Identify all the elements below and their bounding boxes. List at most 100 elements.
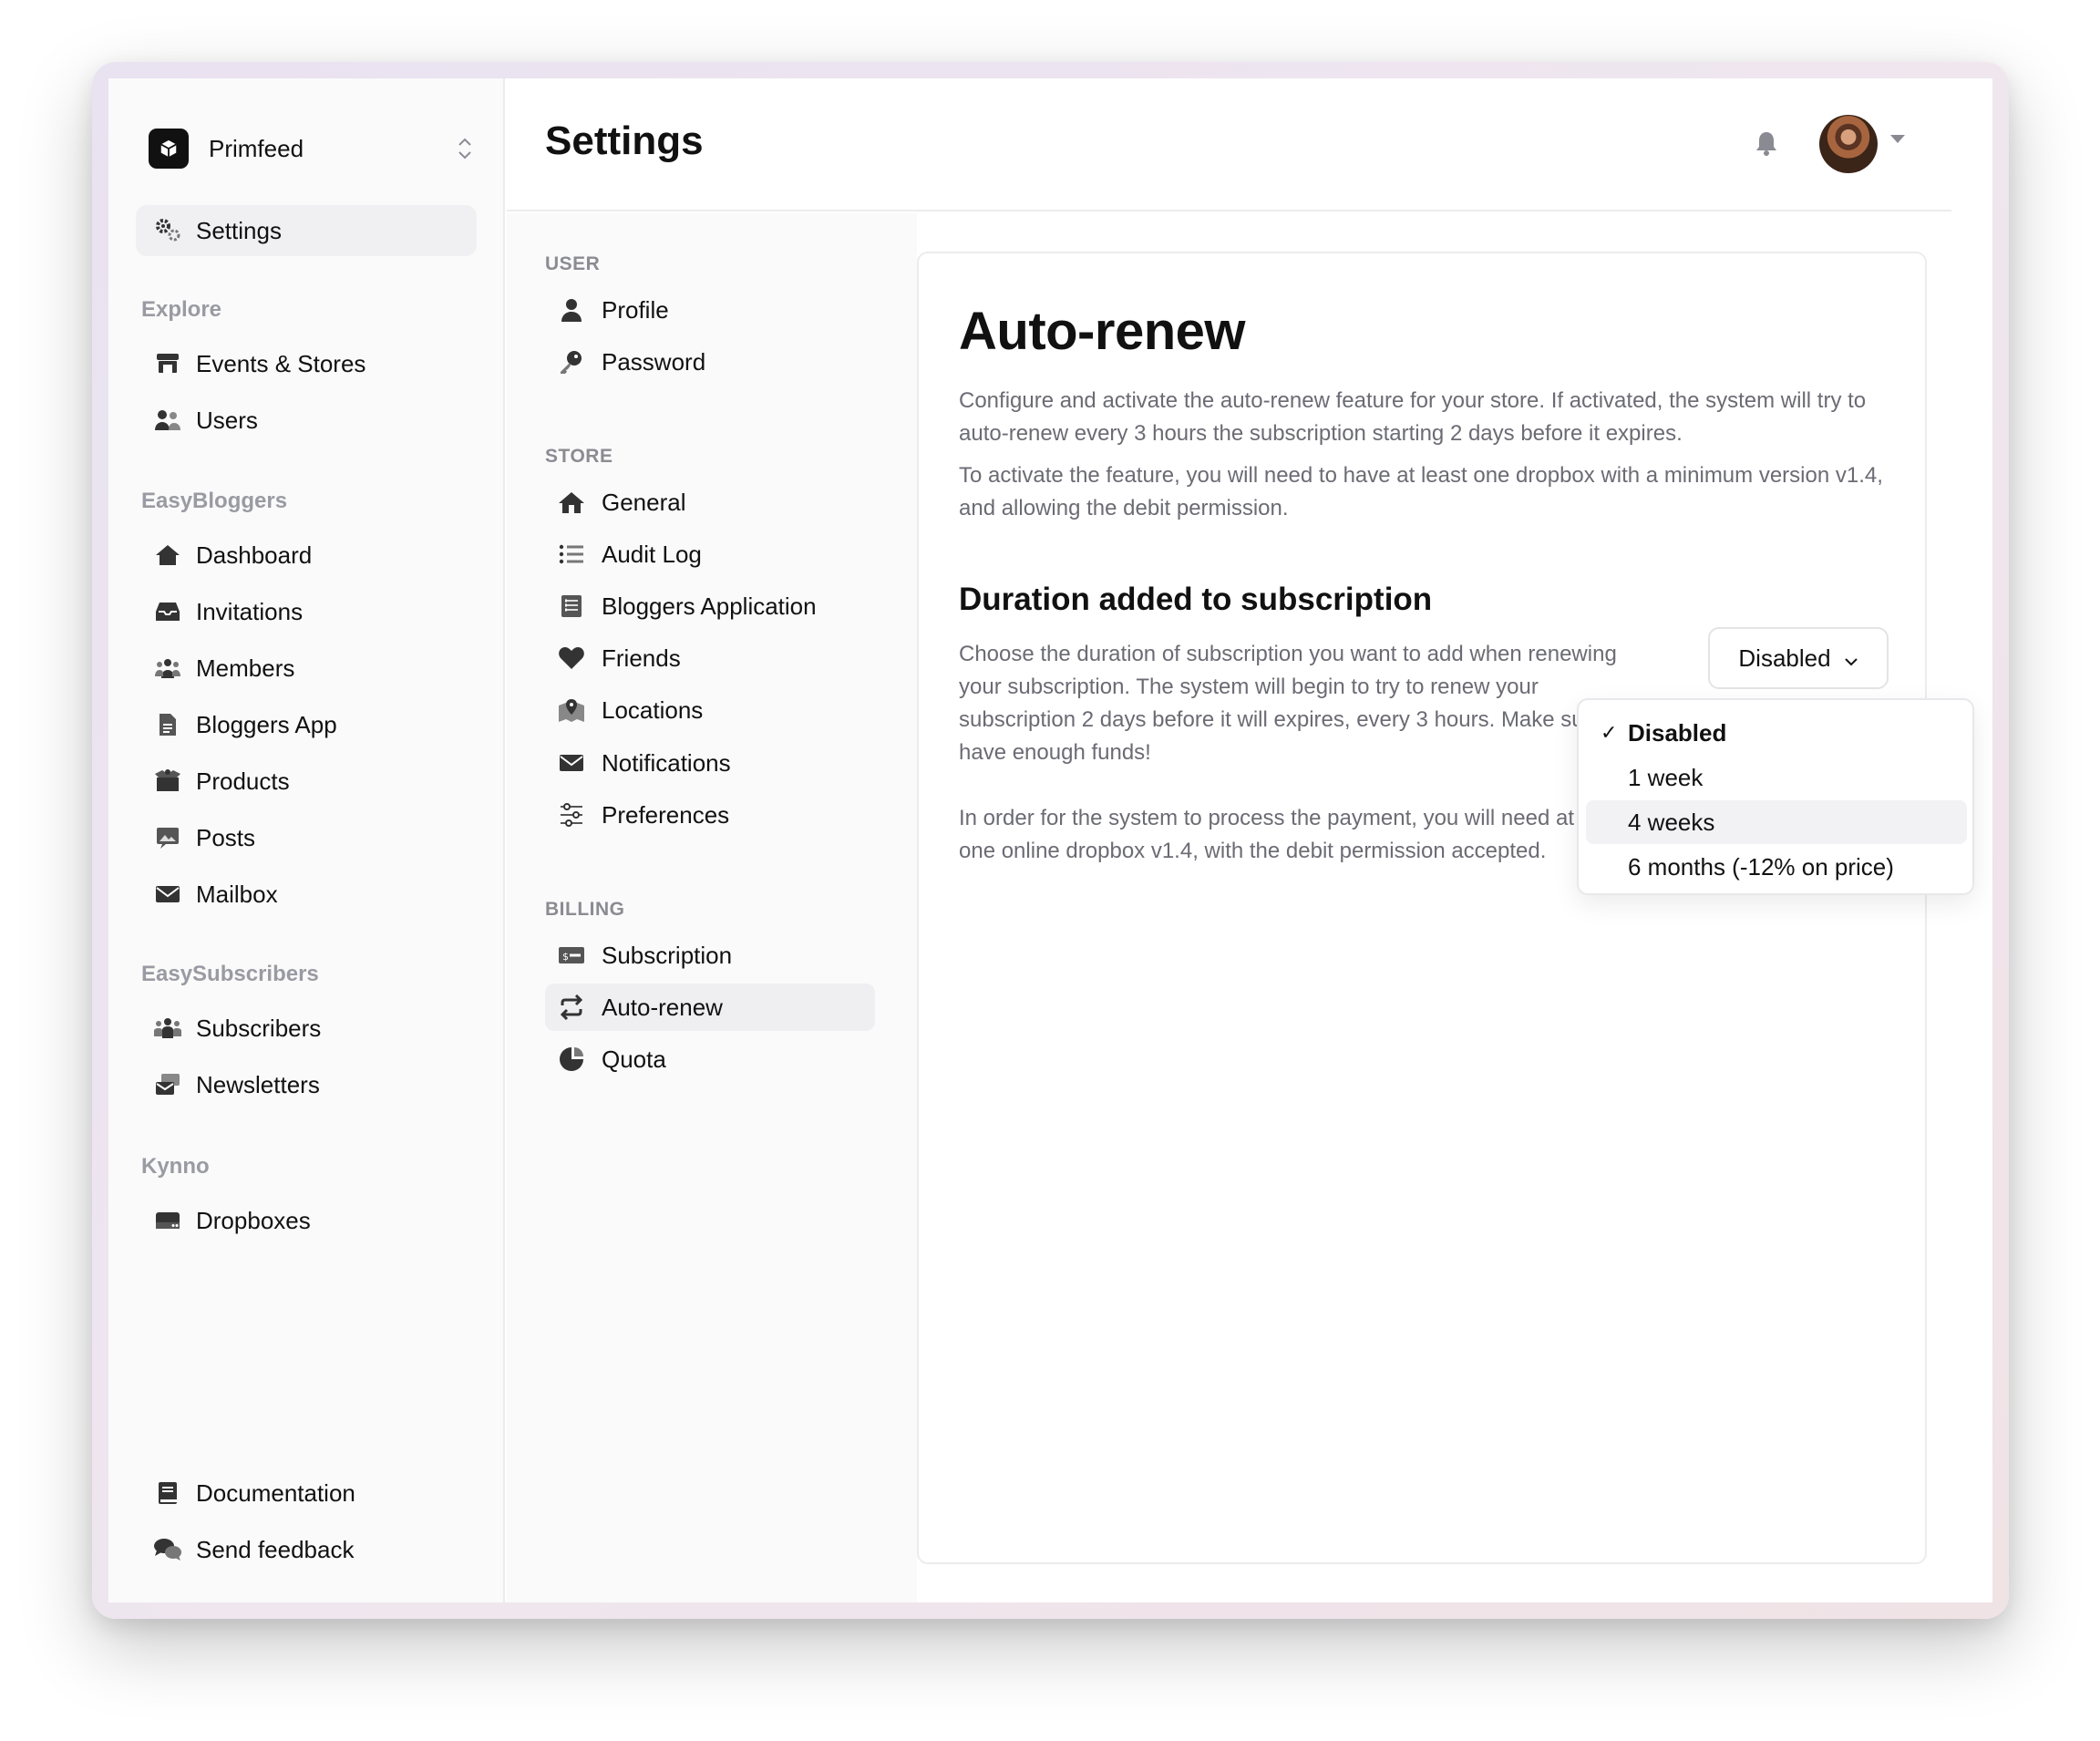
settings-nav-label: Locations	[602, 695, 704, 724]
option-label: 6 months (-12% on price)	[1628, 852, 1894, 881]
sidebar-item-label: Users	[196, 406, 258, 434]
sidebar-heading: EasyBloggers	[141, 489, 288, 513]
settings-nav-label: Profile	[602, 295, 669, 324]
page-title: Settings	[545, 118, 704, 163]
settings-nav-heading: BILLING	[545, 899, 625, 920]
sliders-icon	[558, 801, 585, 829]
list-icon	[558, 541, 585, 568]
top-bar: Settings	[507, 78, 1951, 211]
sidebar-item-label: Documentation	[196, 1478, 355, 1507]
sidebar-item-label: Dashboard	[196, 541, 313, 569]
avatar[interactable]	[1819, 115, 1878, 173]
sidebar-item-products[interactable]: Products	[136, 756, 477, 807]
chevron-up-down-icon	[457, 137, 473, 160]
map-pin-icon	[558, 696, 585, 724]
money-icon: $	[558, 942, 585, 969]
settings-nav-item-audit-log[interactable]: Audit Log	[545, 531, 875, 578]
settings-nav-item-subscription[interactable]: $ Subscription	[545, 932, 875, 979]
mail-stack-icon	[152, 1069, 183, 1100]
book-icon	[152, 1478, 183, 1509]
inbox-icon	[152, 596, 183, 627]
settings-nav-item-preferences[interactable]: Preferences	[545, 791, 875, 839]
settings-nav-item-friends[interactable]: Friends	[545, 634, 875, 682]
settings-nav: USER Profile Password STORE General Audi…	[507, 213, 917, 1602]
home-icon	[558, 489, 585, 516]
settings-nav-item-auto-renew[interactable]: Auto-renew	[545, 984, 875, 1031]
sidebar-item-label: Mailbox	[196, 880, 278, 908]
sidebar-item-label: Members	[196, 654, 295, 682]
sidebar-item-dashboard[interactable]: Dashboard	[136, 530, 477, 581]
sidebar-item-label: Products	[196, 767, 290, 795]
sidebar-item-posts[interactable]: Posts	[136, 812, 477, 863]
envelope-icon	[152, 879, 183, 910]
checkmark-icon: ✓	[1601, 721, 1618, 744]
option-label: Disabled	[1628, 718, 1727, 747]
users-icon	[152, 405, 183, 436]
home-icon	[152, 540, 183, 571]
people-icon	[152, 1013, 183, 1044]
sidebar-item-settings[interactable]: Settings	[136, 205, 477, 256]
settings-nav-label: Auto-renew	[602, 993, 723, 1021]
duration-select[interactable]: Disabled	[1708, 627, 1889, 689]
intro-paragraph-requirements: To activate the feature, you will need t…	[959, 463, 1883, 520]
sidebar-item-bloggers-app[interactable]: Bloggers App	[136, 699, 477, 750]
settings-nav-label: Audit Log	[602, 540, 702, 568]
content-title: Auto-renew	[959, 302, 1246, 361]
gears-icon	[152, 215, 183, 246]
section-description: Choose the duration of subscription you …	[959, 642, 1628, 765]
settings-nav-label: Password	[602, 347, 706, 376]
duration-option-disabled[interactable]: ✓ Disabled	[1586, 711, 1967, 755]
duration-option-4-weeks[interactable]: 4 weeks	[1586, 800, 1967, 844]
settings-nav-label: General	[602, 488, 686, 516]
settings-nav-item-password[interactable]: Password	[545, 338, 875, 386]
option-label: 1 week	[1628, 763, 1704, 791]
sidebar-item-label: Settings	[196, 216, 282, 244]
settings-nav-item-locations[interactable]: Locations	[545, 686, 875, 734]
settings-nav-item-general[interactable]: General	[545, 479, 875, 526]
settings-nav-heading: USER	[545, 253, 601, 274]
section-requirements: In order for the system to process the p…	[959, 806, 1627, 863]
sidebar-item-newsletters[interactable]: Newsletters	[136, 1059, 477, 1110]
auto-renew-card: Auto-renew Configure and activate the au…	[917, 252, 1927, 1564]
sidebar-item-users[interactable]: Users	[136, 395, 477, 446]
settings-nav-item-bloggers-application[interactable]: Bloggers Application	[545, 582, 875, 630]
settings-nav-label: Preferences	[602, 800, 730, 829]
option-label: 4 weeks	[1628, 808, 1715, 836]
sidebar-heading: Kynno	[141, 1154, 210, 1179]
sidebar-item-label: Subscribers	[196, 1014, 322, 1042]
pie-icon	[558, 1046, 585, 1073]
settings-nav-item-notifications[interactable]: Notifications	[545, 739, 875, 787]
envelope-icon	[558, 749, 585, 777]
bell-icon[interactable]	[1755, 129, 1778, 161]
svg-text:$: $	[562, 951, 569, 963]
sidebar-item-send-feedback[interactable]: Send feedback	[136, 1524, 477, 1575]
settings-nav-heading: STORE	[545, 446, 613, 467]
sidebar-item-invitations[interactable]: Invitations	[136, 586, 477, 637]
sidebar-item-events-stores[interactable]: Events & Stores	[136, 338, 477, 389]
sidebar-item-label: Dropboxes	[196, 1206, 311, 1234]
sidebar-item-label: Invitations	[196, 597, 304, 625]
duration-select-value: Disabled	[1738, 644, 1831, 672]
sidebar-item-label: Newsletters	[196, 1070, 320, 1098]
duration-option-6-months[interactable]: 6 months (-12% on price)	[1586, 845, 1967, 889]
sidebar-item-dropboxes[interactable]: Dropboxes	[136, 1195, 477, 1246]
caret-down-icon[interactable]	[1890, 135, 1905, 143]
store-icon	[152, 348, 183, 379]
box-logo-icon	[149, 129, 189, 169]
workspace-switcher[interactable]: Primfeed	[149, 118, 486, 179]
intro-paragraph: Configure and activate the auto-renew fe…	[959, 388, 1867, 446]
sidebar-item-members[interactable]: Members	[136, 643, 477, 694]
file-icon	[152, 709, 183, 740]
settings-nav-item-profile[interactable]: Profile	[545, 286, 875, 334]
sidebar-item-label: Bloggers App	[196, 710, 337, 738]
duration-dropdown: ✓ Disabled 1 week 4 weeks 6 months (-12%…	[1577, 698, 1974, 895]
section-title: Duration added to subscription	[959, 582, 1433, 617]
sidebar-item-subscribers[interactable]: Subscribers	[136, 1003, 477, 1054]
sidebar-item-label: Posts	[196, 823, 256, 851]
box-icon	[152, 766, 183, 797]
sidebar-item-mailbox[interactable]: Mailbox	[136, 869, 477, 920]
group-icon	[152, 653, 183, 684]
duration-option-1-week[interactable]: 1 week	[1586, 756, 1967, 799]
settings-nav-item-quota[interactable]: Quota	[545, 1035, 875, 1083]
sidebar-item-documentation[interactable]: Documentation	[136, 1468, 477, 1519]
